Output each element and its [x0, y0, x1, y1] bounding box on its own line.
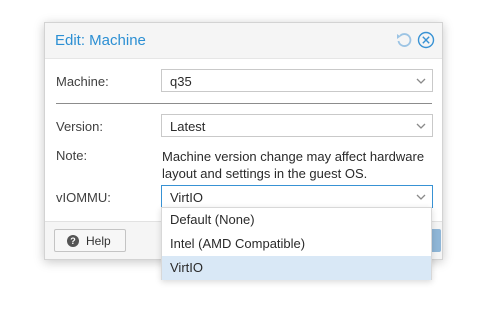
version-label: Version:	[56, 119, 103, 134]
dropdown-option-virtio[interactable]: VirtIO	[162, 256, 431, 280]
chevron-down-icon[interactable]	[415, 75, 427, 87]
help-button[interactable]: ? Help	[54, 229, 126, 252]
dropdown-option-default[interactable]: Default (None)	[162, 208, 431, 232]
help-button-label: Help	[86, 234, 111, 248]
machine-combobox[interactable]: q35	[161, 69, 433, 92]
chevron-down-icon[interactable]	[415, 191, 427, 203]
separator	[56, 103, 432, 104]
version-combobox[interactable]: Latest	[161, 114, 433, 137]
chevron-down-icon[interactable]	[415, 120, 427, 132]
help-icon: ?	[67, 235, 79, 247]
viommu-label: vIOMMU:	[56, 190, 111, 205]
reset-icon[interactable]	[395, 31, 413, 49]
note-text: Machine version change may affect hardwa…	[162, 149, 425, 181]
machine-value: q35	[170, 74, 192, 89]
viommu-combobox[interactable]: VirtIO	[161, 185, 433, 208]
ok-button[interactable]	[431, 229, 441, 252]
machine-label: Machine:	[56, 74, 109, 89]
dialog-header: Edit: Machine	[45, 23, 442, 59]
note-label: Note:	[56, 148, 88, 163]
viommu-dropdown-list: Default (None) Intel (AMD Compatible) Vi…	[161, 207, 432, 280]
viommu-value: VirtIO	[170, 190, 203, 205]
dialog-title: Edit: Machine	[55, 32, 146, 49]
version-value: Latest	[170, 119, 206, 134]
dropdown-option-intel[interactable]: Intel (AMD Compatible)	[162, 232, 431, 256]
close-icon[interactable]	[417, 31, 435, 49]
